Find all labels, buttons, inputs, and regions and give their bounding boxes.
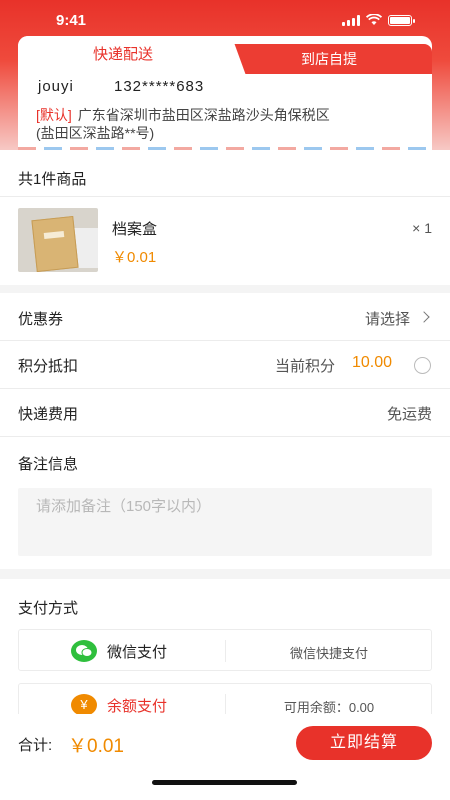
points-row: 积分抵扣 当前积分 10.00 (0, 341, 450, 388)
shipping-label: 快递费用 (18, 406, 79, 423)
address-detail: [默认] 广东省深圳市盐田区深盐路沙头角保税区 (盐田区深盐路**号) (36, 106, 416, 142)
product-quantity: × 1 (412, 220, 432, 236)
goods-count-title: 共1件商品 (18, 171, 87, 188)
status-bar: 9:41 (0, 0, 450, 40)
wifi-icon (366, 14, 382, 25)
pay-method-name: 余额支付 (107, 698, 168, 715)
pay-method-name: 微信支付 (107, 644, 168, 661)
checkout-bar: 合计: ￥0.01 立即结算 (0, 714, 450, 800)
note-label: 备注信息 (18, 456, 79, 473)
checkout-button[interactable]: 立即结算 (296, 726, 432, 760)
chevron-right-icon (418, 311, 430, 323)
tab-express-delivery[interactable]: 快递配送 (18, 36, 228, 74)
goods-item[interactable]: 档案盒 ￥0.01 × 1 (0, 196, 450, 285)
product-image (18, 208, 98, 272)
battery-icon (388, 15, 415, 26)
coupon-row[interactable]: 优惠券 请选择 (0, 293, 450, 340)
address-line-2: (盐田区深盐路**号) (36, 125, 155, 141)
wechat-icon (71, 640, 97, 662)
points-current-label: 当前积分 (275, 358, 336, 375)
tab-store-pickup[interactable]: 到店自提 (226, 44, 432, 74)
recipient-name: jouyi (38, 78, 74, 95)
note-field[interactable] (18, 488, 432, 556)
signal-icon (342, 15, 360, 26)
pay-method-desc: 微信快捷支付 (289, 646, 368, 661)
goods-section: 共1件商品 档案盒 ￥0.01 × 1 (0, 150, 450, 285)
points-label: 积分抵扣 (18, 358, 79, 375)
coupon-label: 优惠券 (18, 311, 64, 328)
points-current-value: 10.00 (352, 354, 393, 371)
product-price: ￥0.01 (112, 249, 157, 266)
shipping-row: 快递费用 免运费 (0, 389, 450, 436)
total-label: 合计: (18, 737, 53, 754)
shipping-value: 免运费 (386, 406, 432, 423)
points-toggle[interactable] (414, 357, 431, 374)
payment-title: 支付方式 (18, 600, 79, 617)
coupon-value: 请选择 (364, 311, 410, 328)
status-time: 9:41 (56, 12, 87, 29)
yen-icon: ¥ (71, 694, 97, 716)
recipient-phone: 132*****683 (114, 78, 205, 95)
default-tag: [默认] (36, 107, 72, 123)
divider (0, 436, 450, 437)
total-value: ￥0.01 (68, 736, 124, 757)
note-input[interactable] (18, 488, 432, 525)
pay-method-wechat[interactable]: 微信支付 微信快捷支付 (18, 629, 432, 671)
status-icons (342, 14, 415, 26)
address-card[interactable]: 到店自提 快递配送 jouyi 132*****683 [默认] 广东省深圳市盐田… (18, 36, 432, 150)
home-indicator (152, 780, 297, 785)
product-name: 档案盒 (112, 221, 158, 238)
address-line-1: 广东省深圳市盐田区深盐路沙头角保税区 (77, 107, 330, 123)
